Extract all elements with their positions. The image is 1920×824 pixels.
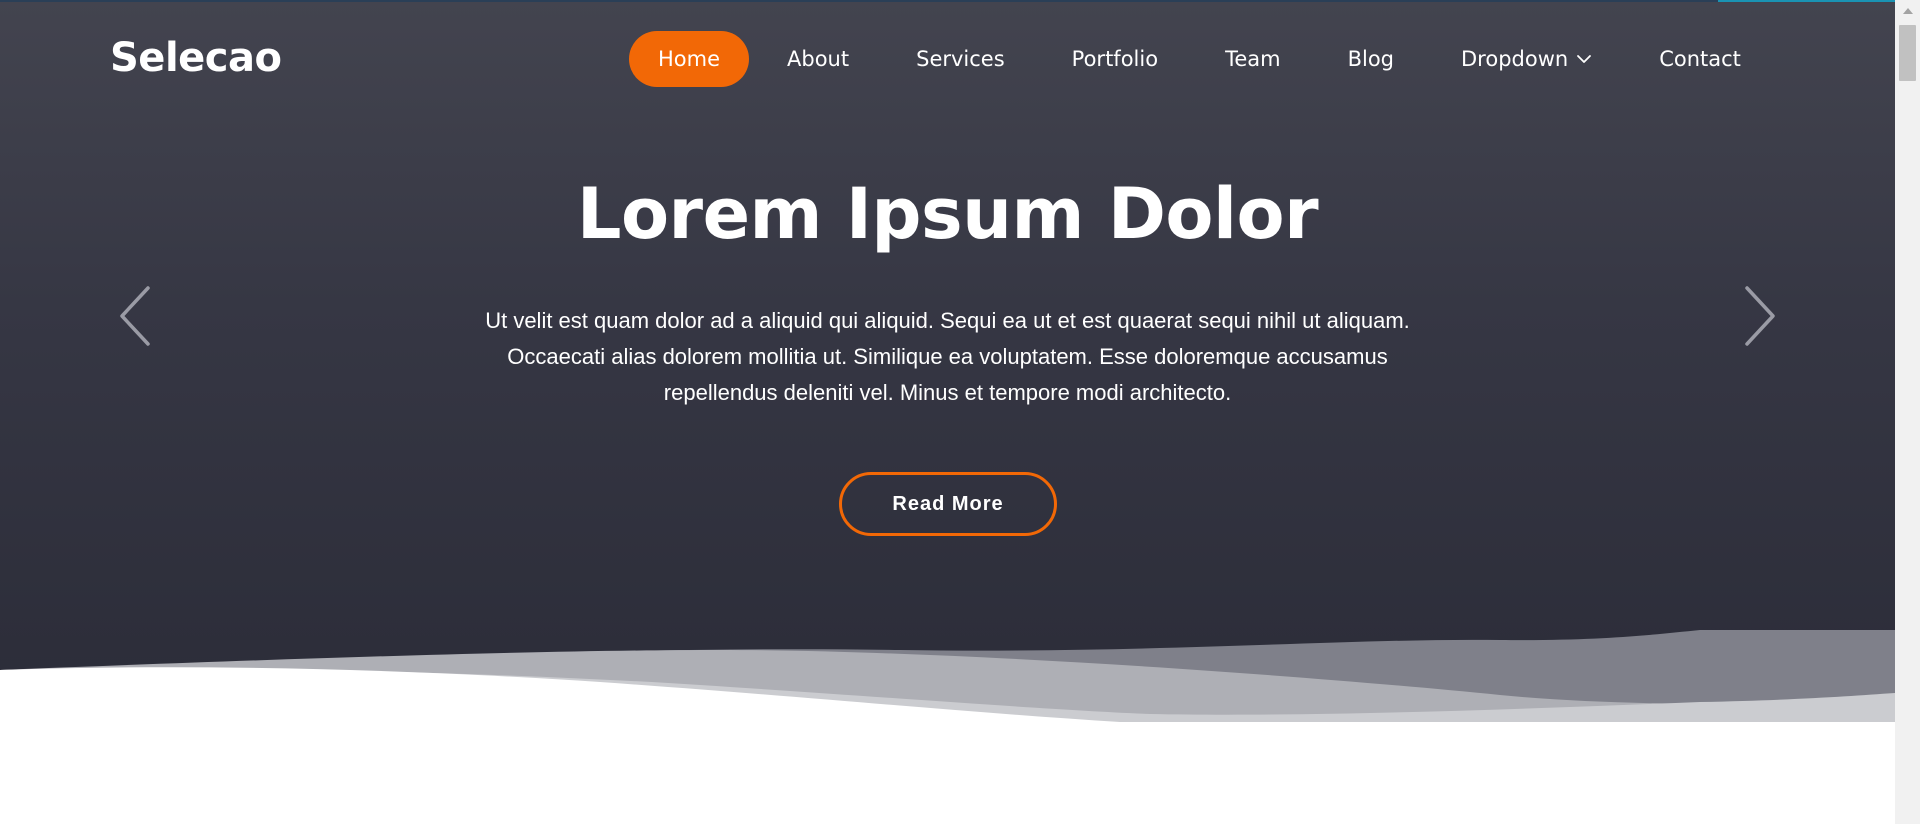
triangle-up-icon <box>1902 8 1913 14</box>
nav-item-home[interactable]: Home <box>629 31 750 87</box>
read-more-button[interactable]: Read More <box>839 472 1057 536</box>
carousel-prev-button[interactable] <box>106 280 166 352</box>
nav-item-services[interactable]: Services <box>887 31 1034 87</box>
chevron-left-icon <box>120 286 150 346</box>
chevron-down-icon <box>1577 55 1592 63</box>
page-viewport: Selecao Home About Services Portfolio Te… <box>0 0 1895 824</box>
nav-item-contact[interactable]: Contact <box>1630 31 1770 87</box>
scroll-up-arrow[interactable] <box>1895 0 1920 22</box>
hero-text: Ut velit est quam dolor ad a aliquid qui… <box>485 308 1410 405</box>
nav-item-portfolio[interactable]: Portfolio <box>1043 31 1187 87</box>
nav-item-blog[interactable]: Blog <box>1319 31 1423 87</box>
hero-waves-front <box>0 667 1895 824</box>
site-logo[interactable]: Selecao <box>110 34 282 82</box>
main-nav: Home About Services Portfolio Team Blog … <box>629 31 1770 87</box>
hero-title: Lorem Ipsum Dolor <box>576 173 1319 255</box>
top-border <box>0 0 1895 2</box>
nav-item-dropdown[interactable]: Dropdown <box>1432 31 1621 87</box>
carousel-next-button[interactable] <box>1729 280 1789 352</box>
site-header: Selecao Home About Services Portfolio Te… <box>0 0 1895 116</box>
chevron-right-icon <box>1745 286 1775 346</box>
nav-item-about[interactable]: About <box>758 31 878 87</box>
nav-item-team[interactable]: Team <box>1196 31 1310 87</box>
scrollbar-thumb[interactable] <box>1899 25 1916 81</box>
top-border-accent <box>1718 0 1895 2</box>
nav-item-dropdown-label: Dropdown <box>1461 47 1569 71</box>
vertical-scrollbar[interactable] <box>1895 0 1920 824</box>
